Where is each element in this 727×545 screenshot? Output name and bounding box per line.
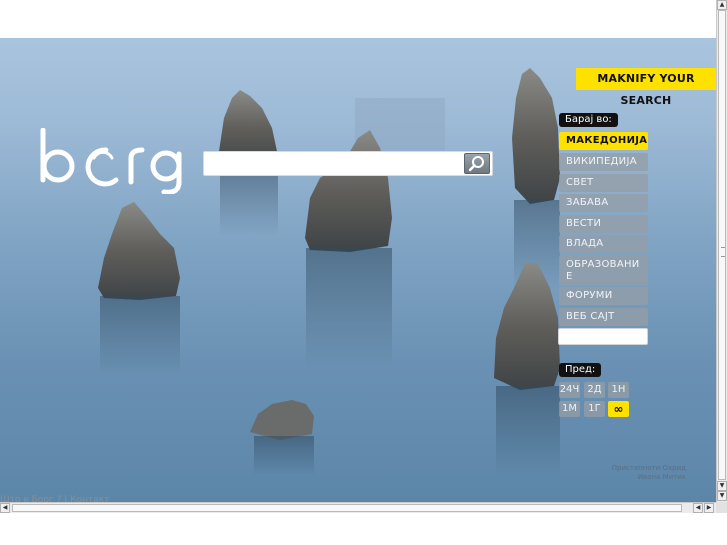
category-obrazovanie[interactable]: ОБРАЗОВАНИЕ <box>559 256 648 286</box>
magnifier-icon <box>468 156 484 172</box>
arrow-down-icon[interactable]: ▼ <box>717 491 727 501</box>
background-scene: MAKNIFY YOUR SEARCH Барај во: МАКЕДОНИЈА… <box>0 38 716 502</box>
period-1m[interactable]: 1М <box>559 401 580 417</box>
period-all[interactable]: ∞ <box>608 401 629 417</box>
period-1y[interactable]: 1Г <box>584 401 605 417</box>
category-vlada[interactable]: ВЛАДА <box>559 235 648 253</box>
category-veb-sajt[interactable]: ВЕБ САЈТ <box>559 308 648 326</box>
category-svet[interactable]: СВЕТ <box>559 174 648 192</box>
search-box <box>203 151 493 176</box>
category-makedonija[interactable]: МАКЕДОНИЈА <box>559 132 648 150</box>
category-forumi[interactable]: ФОРУМИ <box>559 287 648 305</box>
arrow-down-icon[interactable]: ▼ <box>717 481 727 491</box>
maknify-banner[interactable]: MAKNIFY YOUR SEARCH <box>576 68 716 107</box>
horizontal-scroll-thumb[interactable] <box>12 504 682 512</box>
bottom-blank-area <box>0 513 727 545</box>
vertical-scroll-thumb[interactable] <box>718 10 726 480</box>
photo-credit-line1: Пристапноти Охрид <box>611 464 686 472</box>
category-vesti[interactable]: ВЕСТИ <box>559 215 648 233</box>
vertical-scrollbar[interactable]: ▲ ▼ ▼ <box>716 0 727 502</box>
arrow-left-icon[interactable]: ◀ <box>693 503 703 513</box>
period-1w[interactable]: 1Н <box>608 382 629 398</box>
period-label: Пред: <box>559 363 602 377</box>
arrow-right-icon[interactable]: ▶ <box>704 503 714 513</box>
arrow-up-icon[interactable]: ▲ <box>717 0 727 10</box>
scroll-corner <box>716 502 727 513</box>
borg-logo[interactable] <box>38 128 190 194</box>
arrow-left-icon[interactable]: ◀ <box>0 503 10 513</box>
website-input[interactable] <box>558 328 648 345</box>
period-24h[interactable]: 24Ч <box>559 382 580 398</box>
search-input[interactable] <box>204 152 459 175</box>
horizontal-scrollbar[interactable]: ◀ ◀ ▶ <box>0 502 716 513</box>
top-blank-area <box>0 0 716 38</box>
category-wikipedia[interactable]: ВИКИПЕДИЈА <box>559 153 648 171</box>
photo-credit-line2: Ивана Митик <box>637 473 686 481</box>
period-2d[interactable]: 2Д <box>584 382 605 398</box>
search-in-label: Барај во: <box>559 113 618 127</box>
category-zabava[interactable]: ЗАБАВА <box>559 194 648 212</box>
search-button[interactable] <box>464 153 490 174</box>
